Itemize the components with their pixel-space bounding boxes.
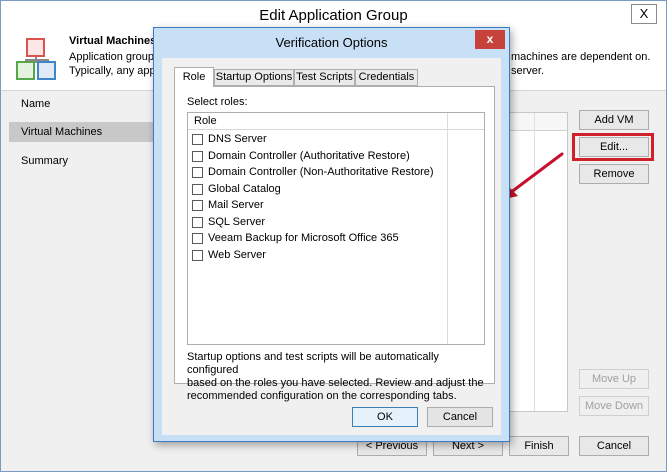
ok-button[interactable]: OK bbox=[352, 407, 418, 427]
nav-item-name[interactable]: Name bbox=[21, 98, 50, 110]
verification-options-dialog: Verification Options x Role Startup Opti… bbox=[153, 27, 510, 442]
finish-button[interactable]: Finish bbox=[509, 436, 569, 456]
role-label: Veeam Backup for Microsoft Office 365 bbox=[208, 232, 399, 244]
nav-item-virtual-machines[interactable]: Virtual Machines bbox=[21, 126, 102, 138]
add-vm-button[interactable]: Add VM bbox=[579, 110, 649, 130]
dialog-close-button[interactable]: x bbox=[475, 30, 505, 49]
checkbox[interactable] bbox=[192, 200, 203, 211]
role-tab-panel: Select roles: Role DNS Server Domain Con… bbox=[174, 86, 495, 402]
move-up-button[interactable]: Move Up bbox=[579, 369, 649, 389]
header-description: Application group bbox=[69, 51, 155, 63]
tab-startup-options[interactable]: Startup Options bbox=[214, 69, 294, 86]
dialog-title: Verification Options bbox=[275, 35, 388, 50]
role-label: Domain Controller (Authoritative Restore… bbox=[208, 150, 410, 162]
role-label: SQL Server bbox=[208, 216, 266, 228]
checkbox[interactable] bbox=[192, 250, 203, 261]
tab-role[interactable]: Role bbox=[174, 67, 214, 87]
header-description-line2: Typically, any appl bbox=[69, 65, 159, 77]
checkbox[interactable] bbox=[192, 217, 203, 228]
note-line: recommended configuration on the corresp… bbox=[187, 390, 457, 402]
tab-credentials[interactable]: Credentials bbox=[355, 69, 418, 86]
remove-button[interactable]: Remove bbox=[579, 164, 649, 184]
edit-button-highlight bbox=[572, 133, 654, 161]
role-info-note: Startup options and test scripts will be… bbox=[187, 351, 487, 403]
role-label: Domain Controller (Non-Authoritative Res… bbox=[208, 166, 434, 178]
note-line: based on the roles you have selected. Re… bbox=[187, 377, 484, 389]
move-down-button[interactable]: Move Down bbox=[579, 396, 649, 416]
dialog-cancel-button[interactable]: Cancel bbox=[427, 407, 493, 427]
header-description-right2: server. bbox=[511, 65, 545, 77]
checkbox[interactable] bbox=[192, 167, 203, 178]
window-close-button[interactable]: X bbox=[631, 4, 657, 24]
role-label: Global Catalog bbox=[208, 183, 281, 195]
nav-item-summary[interactable]: Summary bbox=[21, 155, 68, 167]
select-roles-label: Select roles: bbox=[187, 96, 248, 108]
checkbox[interactable] bbox=[192, 233, 203, 244]
application-group-icon bbox=[13, 37, 59, 83]
role-label: Mail Server bbox=[208, 199, 264, 211]
note-line: Startup options and test scripts will be… bbox=[187, 351, 439, 376]
cancel-button[interactable]: Cancel bbox=[579, 436, 649, 456]
header-description-right: machines are dependent on. bbox=[511, 51, 651, 63]
checkbox[interactable] bbox=[192, 151, 203, 162]
role-column-label: Role bbox=[194, 115, 217, 127]
role-label: Web Server bbox=[208, 249, 266, 261]
role-label: DNS Server bbox=[208, 133, 267, 145]
role-list[interactable]: Role DNS Server Domain Controller (Autho… bbox=[187, 112, 485, 345]
dialog-body: Role Startup Options Test Scripts Creden… bbox=[162, 58, 501, 435]
checkbox[interactable] bbox=[192, 134, 203, 145]
checkbox[interactable] bbox=[192, 184, 203, 195]
vm-table-header bbox=[507, 113, 567, 131]
header-title: Virtual Machines bbox=[69, 35, 157, 47]
tab-test-scripts[interactable]: Test Scripts bbox=[294, 69, 355, 86]
role-column-header[interactable]: Role bbox=[188, 113, 484, 130]
